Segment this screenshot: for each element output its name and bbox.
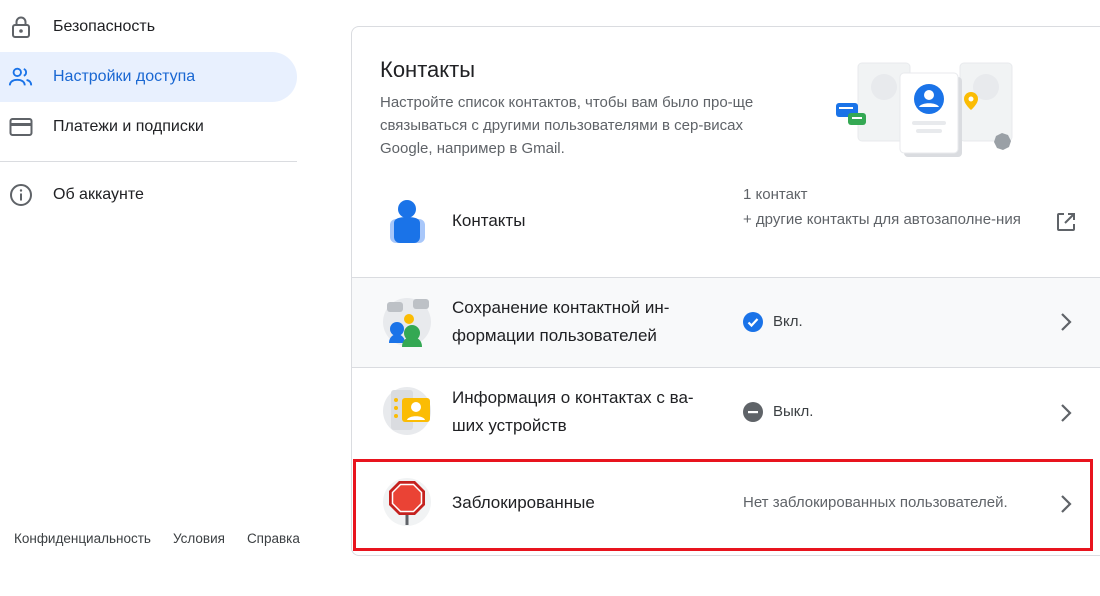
row-title: Контакты bbox=[452, 211, 526, 230]
terms-link[interactable]: Условия bbox=[173, 531, 225, 546]
blocked-value: Нет заблокированных пользователей. bbox=[743, 494, 1008, 511]
contact-info-saving-icon bbox=[383, 298, 431, 347]
people-icon bbox=[8, 64, 34, 90]
card-description: Настройте список контактов, чтобы вам бы… bbox=[380, 94, 754, 157]
device-contacts-row[interactable]: Информация о контактах с ва-ших устройст… bbox=[352, 367, 1100, 459]
contacts-row[interactable]: Контакты 1 контакт + другие контакты для… bbox=[352, 177, 1100, 277]
sidebar-item-about[interactable]: Об аккаунте bbox=[0, 170, 297, 220]
chevron-right-icon[interactable] bbox=[1054, 401, 1078, 425]
row-value: 1 контакт + другие контакты для автозапо… bbox=[743, 183, 1033, 232]
lock-icon bbox=[8, 14, 34, 40]
contacts-illustration bbox=[834, 55, 1026, 159]
chevron-right-icon[interactable] bbox=[1054, 310, 1078, 334]
sidebar-item-label: Платежи и подписки bbox=[53, 118, 204, 135]
sidebar-item-sharing[interactable]: Настройки доступа bbox=[0, 52, 297, 102]
sidebar-item-label: Об аккаунте bbox=[53, 186, 144, 203]
sidebar: Безопасность Настройки доступа Платежи и… bbox=[0, 0, 300, 596]
save-contact-info-row[interactable]: Сохранение контактной ин-формации пользо… bbox=[352, 277, 1100, 367]
sidebar-item-label: Безопасность bbox=[53, 18, 156, 35]
card-title: Контакты bbox=[380, 57, 476, 82]
help-link[interactable]: Справка bbox=[247, 531, 300, 546]
minus-circle-icon bbox=[743, 402, 763, 422]
row-status: Выкл. bbox=[743, 400, 813, 424]
blocked-row[interactable]: Заблокированные Нет заблокированных поль… bbox=[352, 459, 1100, 549]
row-title: Сохранение контактной ин-формации пользо… bbox=[452, 298, 670, 345]
stop-sign-icon bbox=[383, 478, 431, 526]
device-contacts-icon bbox=[383, 387, 431, 435]
sidebar-item-security[interactable]: Безопасность bbox=[0, 2, 297, 52]
status-text: Выкл. bbox=[773, 403, 814, 420]
sidebar-item-label: Настройки доступа bbox=[53, 68, 196, 85]
contact-person-icon bbox=[390, 200, 425, 243]
info-icon bbox=[8, 182, 34, 208]
credit-card-icon bbox=[8, 114, 34, 140]
contacts-other: + другие контакты для автозаполне-ния bbox=[743, 211, 1021, 228]
check-circle-icon bbox=[743, 312, 763, 332]
chevron-right-icon[interactable] bbox=[1054, 492, 1078, 516]
row-title: Заблокированные bbox=[452, 493, 595, 512]
row-title: Информация о контактах с ва-ших устройст… bbox=[452, 388, 694, 435]
contacts-count: 1 контакт bbox=[743, 186, 808, 203]
contacts-card: Контакты Настройте список контактов, что… bbox=[351, 26, 1100, 556]
row-status: Вкл. bbox=[743, 310, 803, 334]
privacy-link[interactable]: Конфиденциальность bbox=[14, 531, 151, 546]
open-in-new-icon[interactable] bbox=[1054, 210, 1078, 234]
status-text: Вкл. bbox=[773, 313, 803, 330]
footer: Конфиденциальность Условия Справка bbox=[14, 531, 300, 546]
sidebar-divider bbox=[0, 161, 297, 162]
sidebar-item-payments[interactable]: Платежи и подписки bbox=[0, 102, 297, 152]
